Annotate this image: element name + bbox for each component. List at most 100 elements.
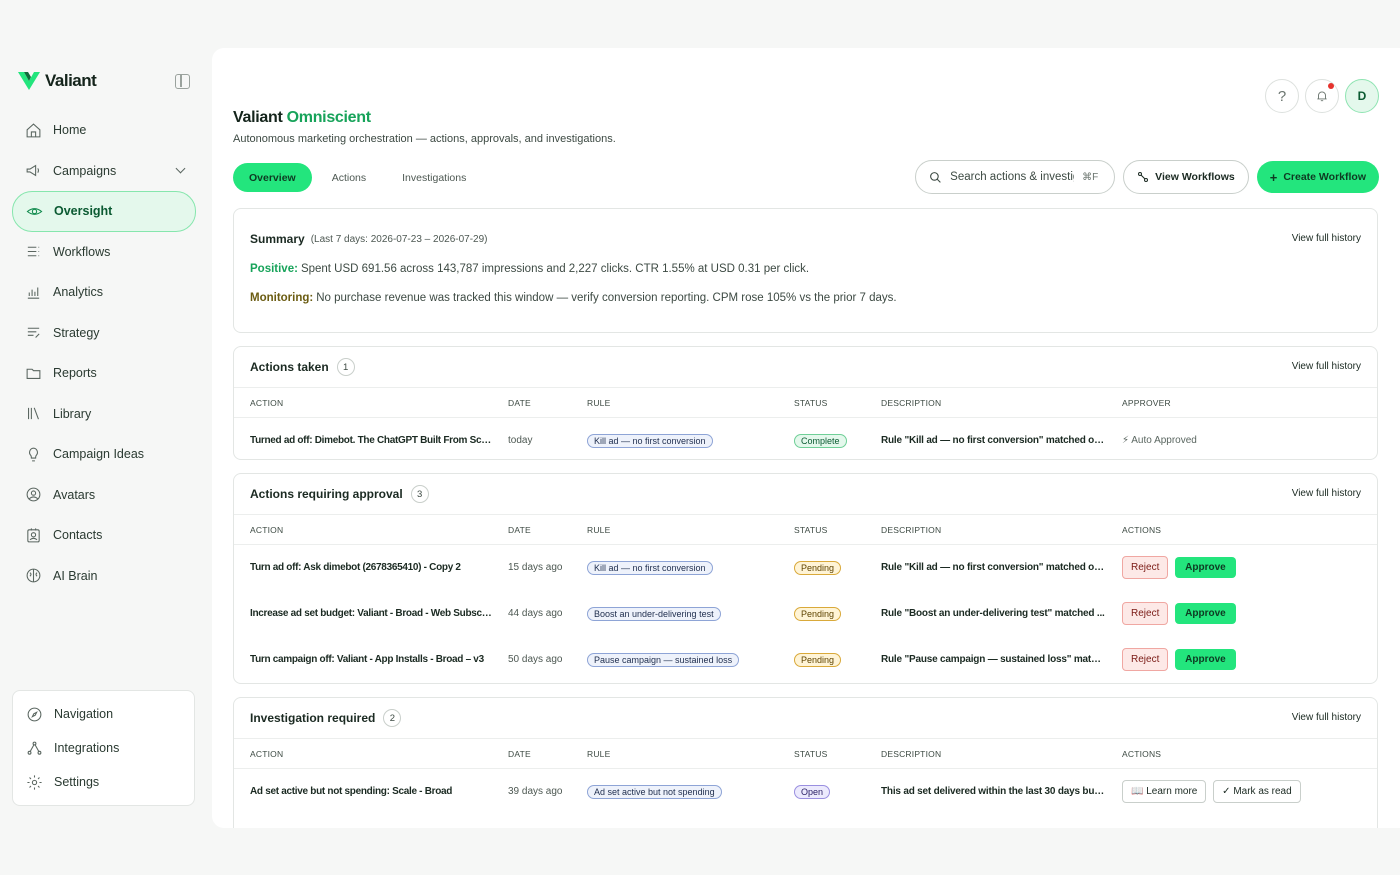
brand-logo[interactable]: Valiant [17,70,97,92]
avatar[interactable]: D [1345,79,1379,113]
brand-name: Valiant [45,71,97,90]
tab-investigations[interactable]: Investigations [386,163,482,192]
sidebar-item-campaigns[interactable]: Campaigns [12,151,196,192]
rule-pill[interactable]: Ad set active but not spending [587,784,722,799]
summary-view-history-link[interactable]: View full history [1292,233,1361,244]
sidebar-item-analytics[interactable]: Analytics [12,272,196,313]
column-header: ACTIONS [1106,514,1377,545]
search-input[interactable] [950,171,1075,183]
sidebar-item-campaign-ideas[interactable]: Campaign Ideas [12,434,196,475]
approver-cell: ⚡ Auto Approved [1106,418,1377,460]
rule-pill[interactable]: Kill ad — no first conversion [587,433,713,448]
rule-pill[interactable]: Boost an under-delivering test [587,606,721,621]
view-workflows-label: View Workflows [1155,171,1235,183]
sidebar-item-label: Library [53,406,92,421]
sidebar-item-home[interactable]: Home [12,110,196,151]
approvals-table: ACTION DATE RULE STATUS DESCRIPTION ACTI… [234,514,1377,683]
list-icon [24,243,42,261]
table-row[interactable]: Ad set active but not spending: Scale - … [234,769,1377,815]
approve-button[interactable]: Approve [1175,557,1236,579]
sidebar-item-oversight[interactable]: Oversight [12,191,196,232]
status-cell: Pending [778,545,865,591]
sidebar-item-settings[interactable]: Settings [13,765,194,799]
approve-button[interactable]: Approve [1175,649,1236,670]
column-header: ACTION [234,387,492,418]
sidebar-item-contacts[interactable]: Contacts [12,515,196,556]
search-shortcut: ⌘F [1082,171,1099,183]
search-icon [930,171,941,183]
reject-button[interactable]: Reject [1122,602,1169,625]
actions-cell: Reject Approve [1106,637,1377,683]
status-cell: Pending [778,591,865,637]
sidebar-item-navigation[interactable]: Navigation [13,697,194,731]
approvals-title: Actions requiring approval [250,487,403,501]
summary-title: Summary [250,232,305,246]
sidebar-item-integrations[interactable]: Integrations [13,731,194,765]
investigations-table: ACTION DATE RULE STATUS DESCRIPTION ACTI… [234,738,1377,815]
actions-taken-view-history-link[interactable]: View full history [1292,361,1361,372]
action-cell: Turn ad off: Ask dimebot (2678365410) - … [250,562,461,574]
learn-more-button[interactable]: 📖 Learn more [1122,780,1207,804]
actions-cell: Reject Approve [1106,545,1377,591]
sidebar-item-reports[interactable]: Reports [12,353,196,394]
summary-card: Summary (Last 7 days: 2026-07-23 – 2026-… [233,208,1378,333]
chevron-down-icon[interactable] [175,163,186,173]
book-icon: 📖 [1131,786,1144,798]
reject-button[interactable]: Reject [1122,648,1169,671]
column-header: STATUS [778,514,865,545]
sidebar-item-library[interactable]: Library [12,394,196,435]
sidebar-item-label: Campaign Ideas [53,447,145,462]
gear-icon [25,773,43,791]
column-header: ACTIONS [1106,738,1377,769]
reject-button[interactable]: Reject [1122,556,1169,580]
tab-overview[interactable]: Overview [233,163,312,192]
summary-range: (Last 7 days: 2026-07-23 – 2026-07-29) [310,233,488,245]
sidebar-toggle-icon[interactable] [175,74,190,89]
table-row[interactable]: Increase ad set budget: Valiant - Broad … [234,591,1377,637]
view-workflows-button[interactable]: View Workflows [1123,160,1249,194]
approvals-header: Actions requiring approval 3 View full h… [234,474,1377,514]
approvals-view-history-link[interactable]: View full history [1292,488,1361,499]
folder-icon [24,364,42,382]
investigations-view-history-link[interactable]: View full history [1292,712,1361,723]
megaphone-icon [24,162,42,180]
approve-button[interactable]: Approve [1175,603,1236,624]
table-row[interactable]: Turned ad off: Dimebot. The ChatGPT Buil… [234,418,1377,460]
investigations-header: Investigation required 2 View full histo… [234,698,1377,738]
sidebar-item-ai-brain[interactable]: AI Brain [12,556,196,597]
search-box[interactable]: ⌘F [915,160,1116,194]
actions-cell: Reject Approve [1106,591,1377,637]
help-button[interactable]: ? [1265,79,1299,113]
sidebar-bottom-nav: Navigation Integrations Settings [12,690,195,806]
table-row[interactable]: Turn ad off: Ask dimebot (2678365410) - … [234,545,1377,591]
rule-cell: Ad set active but not spending [571,769,778,815]
mark-as-read-button[interactable]: ✓ Mark as read [1213,780,1301,804]
top-actions: ? D [1265,79,1379,113]
mark-as-read-label: Mark as read [1233,786,1292,798]
column-header: DESCRIPTION [865,387,1106,418]
action-cell: Increase ad set budget: Valiant - Broad … [250,608,492,619]
status-cell: Pending [778,637,865,683]
actions-cell: 📖 Learn more ✓ Mark as read [1106,769,1377,815]
contact-icon [24,526,42,544]
monitoring-text: No purchase revenue was tracked this win… [316,292,897,304]
rule-pill[interactable]: Kill ad — no first conversion [587,560,713,575]
rule-cell: Kill ad — no first conversion [571,418,778,460]
actions-taken-count: 1 [336,358,355,376]
column-header: ACTION [234,514,492,545]
description-cell: This ad set delivered within the last 30… [881,786,1106,798]
sidebar-item-workflows[interactable]: Workflows [12,232,196,273]
strategy-icon [24,324,42,342]
sidebar-item-label: Campaigns [53,163,117,178]
sidebar-item-avatars[interactable]: Avatars [12,475,196,516]
table-row[interactable]: Turn campaign off: Valiant - App Install… [234,637,1377,683]
sidebar-item-strategy[interactable]: Strategy [12,313,196,354]
notifications-button[interactable] [1305,79,1339,113]
rule-pill[interactable]: Pause campaign — sustained loss [587,652,740,667]
status-badge: Pending [794,652,842,667]
description-cell: Rule "Pause campaign — sustained loss" m… [881,654,1106,665]
date-cell: 39 days ago [508,786,563,798]
create-workflow-button[interactable]: + Create Workflow [1256,161,1379,193]
tab-actions[interactable]: Actions [316,163,382,192]
description-cell: Rule "Kill ad — no first conversion" mat… [881,435,1106,447]
